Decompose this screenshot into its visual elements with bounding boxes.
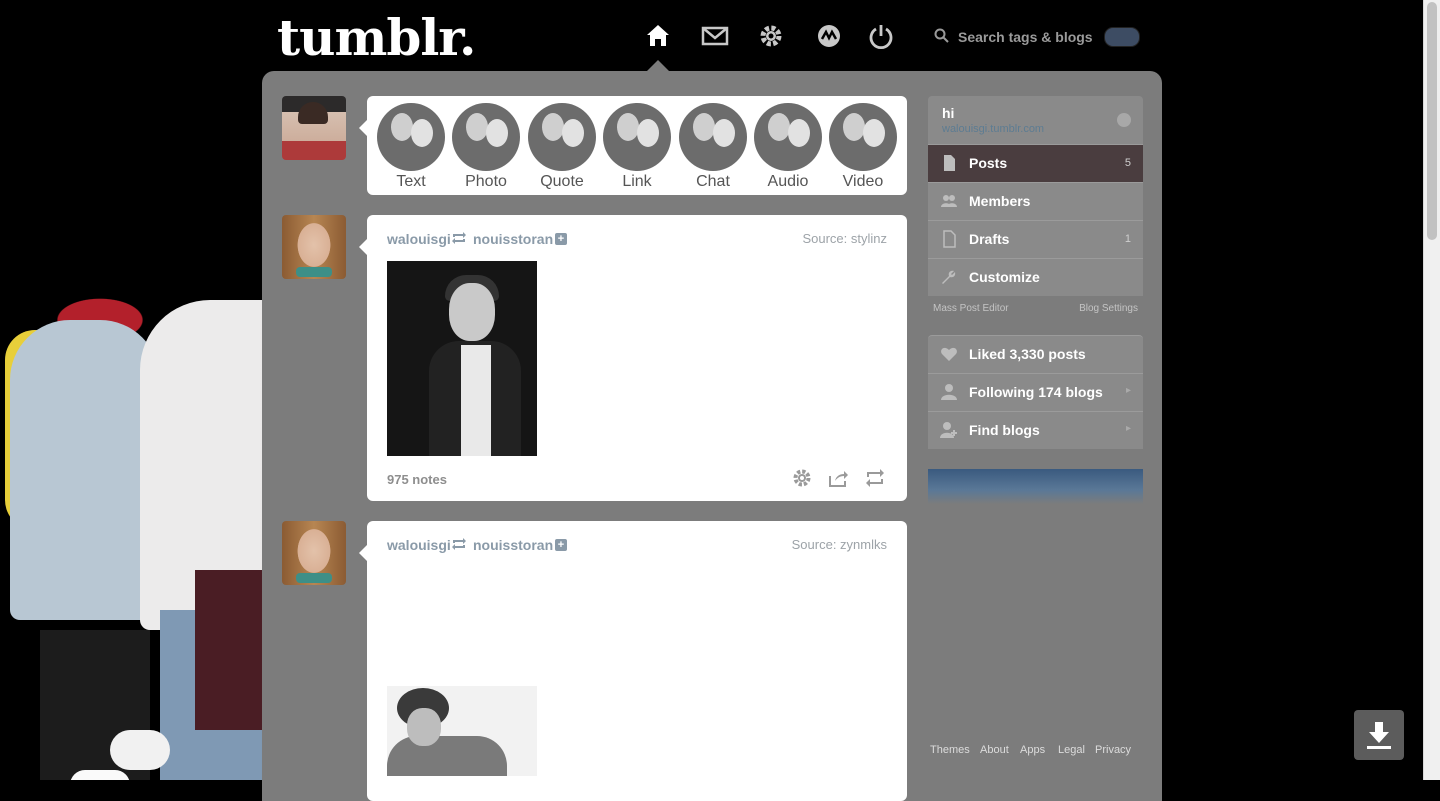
heart-icon [940,345,958,363]
reblogged-from[interactable]: nouisstoran [473,537,553,553]
search-input[interactable] [956,24,1100,50]
nav-pointer [647,60,669,71]
post-type-video[interactable]: Video [828,103,898,193]
blog-url[interactable]: walouisgi.tumblr.com [942,123,1044,135]
page-scrollbar[interactable] [1423,0,1440,780]
post-username[interactable]: walouisgi [387,231,451,247]
blog-links: Mass Post Editor Blog Settings [928,303,1143,317]
footer-link-apps[interactable]: Apps [1020,744,1045,756]
search-icon [934,28,949,43]
post-actions [787,467,887,489]
post-username[interactable]: walouisgi [387,537,451,553]
chevron-right-icon: ▸ [1125,423,1131,434]
sidebar-item-customize[interactable]: Customize [928,258,1143,296]
post-source[interactable]: Source: stylinz [802,231,887,246]
user-avatar[interactable] [282,96,346,160]
wrench-icon [940,268,958,286]
reblog-icon [451,231,467,245]
post-source[interactable]: Source: zynmlks [792,537,887,552]
radar-banner[interactable] [928,469,1143,504]
footer-links: Themes About Apps Legal Privacy [930,744,1144,758]
notes-count[interactable]: 975 notes [387,472,447,487]
post-type-quote[interactable]: Quote [527,103,597,193]
post-type-chat[interactable]: Chat [678,103,748,193]
download-icon [1367,722,1391,749]
power-icon[interactable] [867,22,895,50]
sidebar-item-posts[interactable]: Posts 5 [928,144,1143,182]
sidebar-item-find-blogs[interactable]: Find blogs ▸ [928,411,1143,449]
blog-selector[interactable]: hi walouisgi.tumblr.com [928,96,1143,144]
footer-link-about[interactable]: About [980,744,1009,756]
document-icon [940,154,958,172]
post-photo[interactable] [387,686,537,776]
post-photo[interactable] [387,261,537,456]
sidebar-item-liked[interactable]: Liked 3,330 posts [928,335,1143,373]
post-type-bar: Text Photo Quote Link Chat Audio Video [359,96,907,195]
footer-link-privacy[interactable]: Privacy [1095,744,1131,756]
drafts-icon [940,230,958,248]
tumblr-logo[interactable]: tumblr. [277,8,476,67]
post-card: walouisgi nouisstoran + Source: zynmlks [359,521,907,801]
mail-icon[interactable] [701,22,729,50]
post-settings-icon[interactable] [791,467,813,489]
post-type-text[interactable]: Text [376,103,446,193]
post-avatar[interactable] [282,521,346,585]
post-type-link[interactable]: Link [602,103,672,193]
activity-icon[interactable] [815,22,843,50]
blog-settings-link[interactable]: Blog Settings [1079,303,1138,314]
sidebar-item-drafts[interactable]: Drafts 1 [928,220,1143,258]
person-icon [940,383,958,401]
post-type-photo[interactable]: Photo [451,103,521,193]
footer-link-legal[interactable]: Legal [1058,744,1085,756]
members-icon [940,192,958,210]
chevron-right-icon: ▸ [1125,385,1131,396]
sidebar-item-following[interactable]: Following 174 blogs ▸ [928,373,1143,411]
post-header: walouisgi nouisstoran + Source: stylinz [387,229,887,249]
post-type-audio[interactable]: Audio [753,103,823,193]
search-toggle[interactable] [1104,27,1140,47]
post-card: walouisgi nouisstoran + Source: stylinz … [359,215,907,501]
sidebar-item-members[interactable]: Members [928,182,1143,220]
post-avatar[interactable] [282,215,346,279]
reblog-action-icon[interactable] [864,467,886,489]
follow-plus-icon[interactable]: + [555,233,567,245]
home-icon[interactable] [644,22,672,50]
blog-title: hi [942,105,955,121]
mass-post-editor-link[interactable]: Mass Post Editor [933,303,1009,314]
reblogged-from[interactable]: nouisstoran [473,231,553,247]
share-icon[interactable] [827,467,849,489]
footer-link-themes[interactable]: Themes [930,744,970,756]
follow-plus-icon[interactable]: + [555,539,567,551]
scrollbar-thumb[interactable] [1427,2,1437,240]
post-header: walouisgi nouisstoran + Source: zynmlks [387,535,887,555]
blog-menu-icon[interactable] [1117,113,1131,127]
gear-icon[interactable] [757,22,785,50]
add-person-icon [940,421,958,439]
download-button[interactable] [1354,710,1404,760]
reblog-icon [451,537,467,551]
